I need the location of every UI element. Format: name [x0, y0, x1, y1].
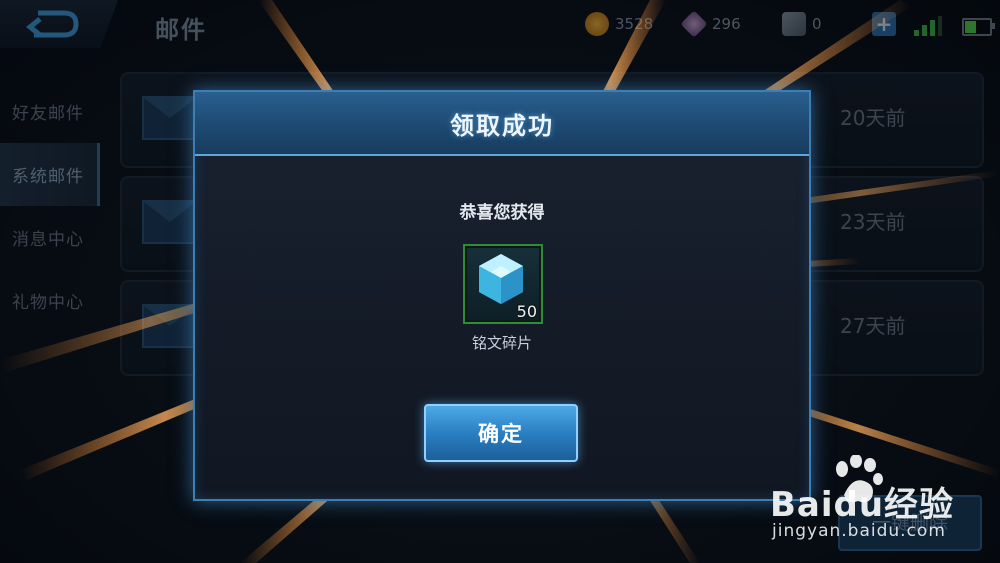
reward-item-slot[interactable]: 50 [463, 244, 543, 324]
item-count: 50 [516, 302, 537, 321]
reward-dialog: 领取成功 恭喜您获得 50 铭文碎片 确定 [193, 90, 811, 501]
baidu-watermark: Baidu经验 jingyan.baidu.com [770, 455, 990, 555]
dialog-header: 领取成功 [195, 92, 809, 156]
watermark-logo: Baidu经验 [770, 485, 955, 525]
confirm-label: 确定 [478, 422, 524, 446]
congrats-message: 恭喜您获得 [459, 203, 545, 223]
confirm-button[interactable]: 确定 [424, 404, 578, 462]
dialog-title: 领取成功 [450, 111, 554, 140]
item-name: 铭文碎片 [471, 334, 532, 352]
watermark-url: jingyan.baidu.com [772, 521, 946, 541]
